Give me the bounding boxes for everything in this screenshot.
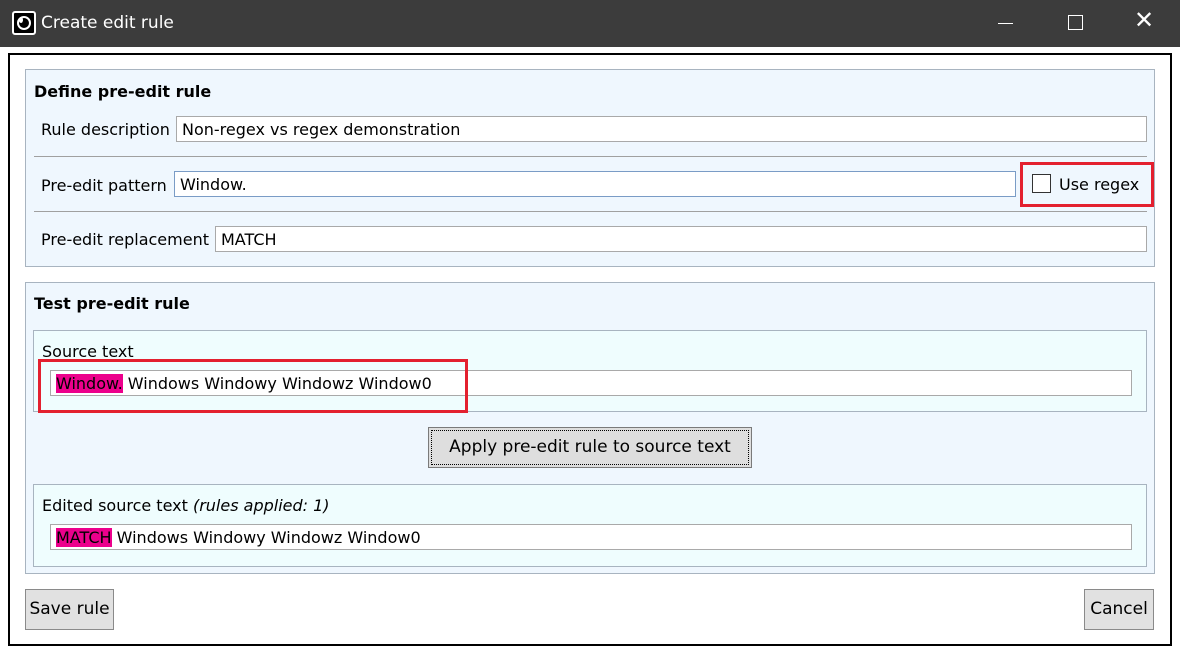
pre-edit-replacement-input[interactable]: MATCH — [215, 226, 1147, 252]
window-title: Create edit rule — [41, 13, 174, 33]
rule-description-label: Rule description — [41, 120, 170, 139]
edited-text-label-main: Edited source text — [42, 496, 188, 515]
pre-edit-pattern-input[interactable]: Window. — [174, 171, 1016, 197]
title-bar: Create edit rule ✕ — [0, 0, 1180, 47]
edited-text-rest: Windows Windowy Windowz Window0 — [111, 528, 421, 547]
source-match-annotation-box — [38, 359, 468, 413]
minimize-button[interactable] — [970, 0, 1040, 47]
close-button[interactable]: ✕ — [1110, 0, 1180, 47]
pre-edit-pattern-label: Pre-edit pattern — [41, 176, 167, 195]
cancel-button[interactable]: Cancel — [1084, 589, 1154, 630]
use-regex-annotation-box — [1020, 162, 1154, 207]
define-rule-section: Define pre-edit rule Rule description No… — [25, 69, 1155, 267]
define-section-title: Define pre-edit rule — [34, 82, 212, 101]
replacement-highlight: MATCH — [56, 528, 112, 547]
edited-text-input[interactable]: MATCH Windows Windowy Windowz Window0 — [50, 524, 1132, 550]
pre-edit-replacement-label: Pre-edit replacement — [41, 230, 209, 249]
rule-description-input[interactable]: Non-regex vs regex demonstration — [176, 116, 1147, 142]
edited-text-panel: Edited source text (rules applied: 1) MA… — [33, 484, 1147, 567]
edited-text-label: Edited source text (rules applied: 1) — [42, 496, 330, 515]
save-rule-button[interactable]: Save rule — [25, 589, 114, 630]
divider — [34, 156, 1147, 157]
apply-rule-button[interactable]: Apply pre-edit rule to source text — [428, 427, 752, 468]
maximize-button[interactable] — [1040, 0, 1110, 47]
close-icon: ✕ — [1134, 6, 1155, 34]
maximize-icon — [1068, 15, 1083, 30]
focus-indicator — [431, 430, 749, 465]
minimize-icon — [998, 23, 1013, 24]
rules-applied-note: (rules applied: 1) — [192, 496, 330, 515]
app-logo-icon — [12, 11, 36, 35]
test-section-title: Test pre-edit rule — [34, 294, 190, 313]
divider — [34, 211, 1147, 212]
test-rule-section: Test pre-edit rule Source text Window. W… — [25, 282, 1155, 574]
